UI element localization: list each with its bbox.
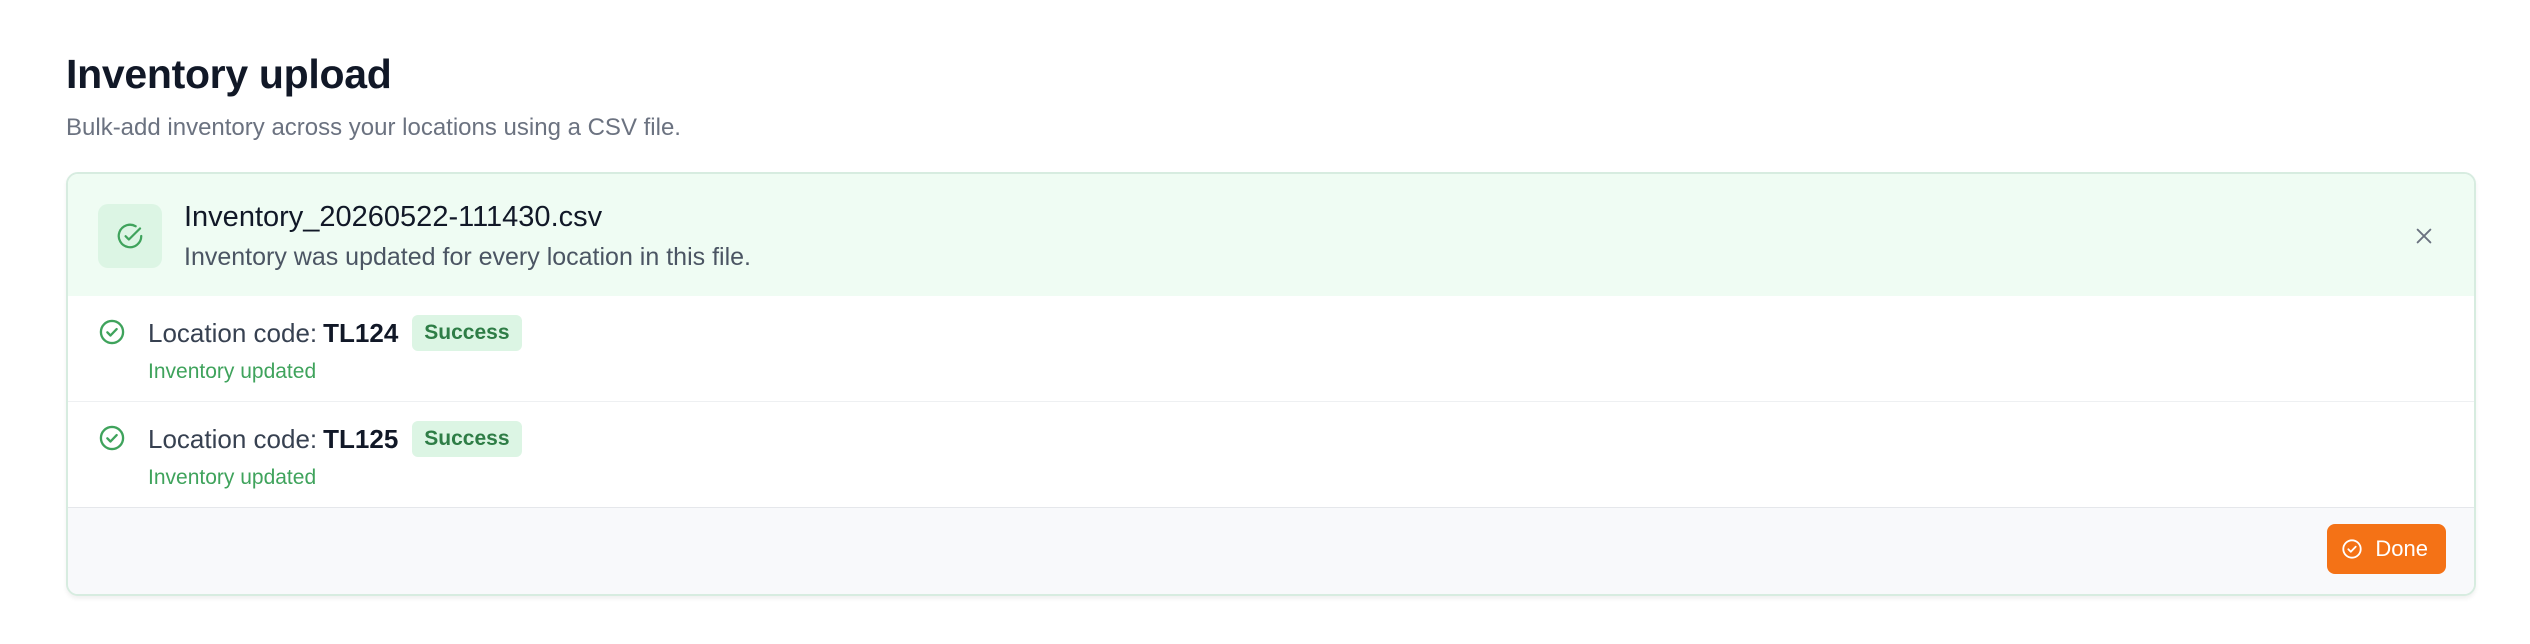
result-row: Location code: TL125 Success Inventory u… [68,402,2474,508]
close-banner-button[interactable] [2404,216,2444,256]
page-subtitle: Bulk-add inventory across your locations… [66,114,681,141]
done-button[interactable]: Done [2327,524,2446,574]
upload-success-banner: Inventory_20260522-111430.csv Inventory … [68,174,2474,296]
page-title: Inventory upload [66,51,392,97]
result-row: Location code: TL124 Success Inventory u… [68,296,2474,402]
page: Inventory upload Bulk-add inventory acro… [0,0,2530,644]
location-code: TL125 [323,423,399,454]
uploaded-file-name: Inventory_20260522-111430.csv [184,201,603,233]
banner-message: Inventory was updated for every location… [184,243,751,271]
status-badge: Success [412,421,522,457]
card-footer: Done [68,508,2474,594]
check-circle-icon [99,425,125,451]
location-code: TL124 [323,317,399,348]
location-code-label: Location code: [148,423,318,454]
location-line: Location code: TL125 Success [148,420,522,458]
check-circle-icon [99,319,125,345]
check-circle-icon [2341,538,2363,560]
location-line: Location code: TL124 Success [148,314,522,352]
banner-icon-box [98,204,162,268]
check-circle-icon [117,223,143,249]
done-button-label: Done [2375,536,2428,561]
result-status-text: Inventory updated [148,466,317,489]
close-icon [2416,228,2432,244]
location-code-label: Location code: [148,317,318,348]
status-badge: Success [412,315,522,351]
upload-result-card: Inventory_20260522-111430.csv Inventory … [66,172,2476,596]
result-status-text: Inventory updated [148,360,317,383]
